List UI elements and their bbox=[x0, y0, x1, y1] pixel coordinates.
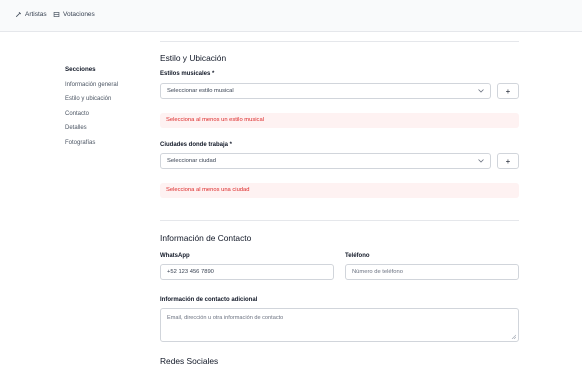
nav-link-label: Artistas bbox=[25, 11, 47, 18]
plus-icon: + bbox=[505, 156, 511, 166]
section-divider bbox=[160, 220, 519, 221]
add-style-button[interactable]: + bbox=[497, 83, 519, 99]
styles-select-value: Seleccionar estilo musical bbox=[167, 88, 234, 94]
whatsapp-value: +52 123 456 7890 bbox=[167, 269, 214, 275]
extra-contact-placeholder: Email, dirección u otra información de c… bbox=[167, 315, 284, 321]
add-city-button[interactable]: + bbox=[497, 153, 519, 169]
style-section-title: Estilo y Ubicación bbox=[160, 53, 227, 63]
sidebar-title: Secciones bbox=[65, 66, 96, 73]
sidebar-item-detalles[interactable]: Detalles bbox=[65, 125, 155, 131]
styles-label: Estilos musicales * bbox=[160, 71, 215, 77]
whatsapp-input[interactable]: +52 123 456 7890 bbox=[160, 264, 334, 280]
nav-link-votaciones[interactable]: Votaciones bbox=[53, 11, 95, 18]
brush-icon bbox=[15, 11, 22, 18]
cities-error-message: Selecciona al menos una ciudad bbox=[160, 183, 519, 198]
phone-label: Teléfono bbox=[345, 253, 370, 259]
sidebar-item-informacion-general[interactable]: Información general bbox=[65, 82, 155, 88]
cities-select-value: Seleccionar ciudad bbox=[167, 158, 216, 164]
ballot-icon bbox=[53, 12, 60, 17]
sidebar-item-contacto[interactable]: Contacto bbox=[65, 111, 155, 117]
chevron-down-icon bbox=[478, 159, 484, 163]
social-section-title: Redes Sociales bbox=[160, 356, 219, 366]
cities-label: Ciudades donde trabaja * bbox=[160, 142, 233, 148]
sidebar-item-estilo-ubicacion[interactable]: Estilo y ubicación bbox=[65, 96, 155, 102]
nav-link-label: Votaciones bbox=[63, 11, 95, 18]
styles-error-message: Selecciona al menos un estilo musical bbox=[160, 113, 519, 128]
section-divider bbox=[160, 41, 519, 42]
plus-icon: + bbox=[505, 86, 511, 96]
extra-contact-label: Información de contacto adicional bbox=[160, 297, 258, 303]
form-main: Estilo y Ubicación Estilos musicales * S… bbox=[160, 0, 519, 374]
sections-sidebar: Secciones Información general Estilo y u… bbox=[65, 66, 155, 146]
cities-select[interactable]: Seleccionar ciudad bbox=[160, 153, 491, 169]
extra-contact-textarea[interactable]: Email, dirección u otra información de c… bbox=[160, 308, 519, 342]
styles-select[interactable]: Seleccionar estilo musical bbox=[160, 83, 491, 99]
resize-handle-icon[interactable] bbox=[511, 334, 516, 339]
contact-section-title: Información de Contacto bbox=[160, 233, 252, 243]
sidebar-item-fotografias[interactable]: Fotografías bbox=[65, 140, 155, 146]
phone-placeholder: Número de teléfono bbox=[352, 269, 403, 275]
chevron-down-icon bbox=[478, 89, 484, 93]
whatsapp-label: WhatsApp bbox=[160, 253, 190, 259]
nav-link-artistas[interactable]: Artistas bbox=[15, 11, 47, 18]
phone-input[interactable]: Número de teléfono bbox=[345, 264, 519, 280]
